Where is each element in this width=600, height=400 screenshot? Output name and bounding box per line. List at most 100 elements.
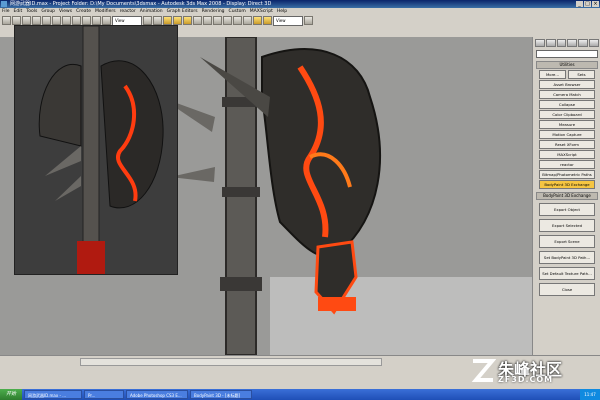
link-icon[interactable] xyxy=(22,16,31,25)
maximize-button[interactable]: □ xyxy=(584,1,591,7)
texture-spike xyxy=(45,146,81,176)
menu-help[interactable]: Help xyxy=(275,8,289,15)
axe-shaft-band xyxy=(220,277,262,291)
close-button[interactable]: Close xyxy=(539,283,595,296)
task-photoshop[interactable]: Adobe Photoshop CS3 E... xyxy=(126,390,188,399)
render-view-combo[interactable]: View xyxy=(273,16,303,26)
export-scene-button[interactable]: Export Scene xyxy=(539,235,595,248)
texture-glow xyxy=(77,241,105,274)
texture-preview xyxy=(38,26,164,274)
reset-xform-button[interactable]: Reset XForm xyxy=(539,140,595,149)
menu-views[interactable]: Views xyxy=(57,8,74,15)
photoshop-texture-window[interactable] xyxy=(14,25,178,275)
unlink-icon[interactable] xyxy=(32,16,41,25)
redo-icon[interactable] xyxy=(12,16,21,25)
menu-reactor[interactable]: reactor xyxy=(118,8,138,15)
texture-spike xyxy=(55,176,81,201)
manipulate-icon[interactable] xyxy=(153,16,162,25)
menu-animation[interactable]: Animation xyxy=(138,8,165,15)
move-icon[interactable] xyxy=(82,16,91,25)
lava-fragment xyxy=(318,297,356,311)
scale-icon[interactable] xyxy=(102,16,111,25)
bitmap-paths-button[interactable]: Bitmap/Photometric Paths xyxy=(539,170,595,179)
pivot-icon[interactable] xyxy=(143,16,152,25)
select-icon[interactable] xyxy=(52,16,61,25)
menu-custom[interactable]: Custom xyxy=(227,8,248,15)
set-bodypaint-path-button[interactable]: Set BodyPaint 3D Path... xyxy=(539,251,595,264)
command-panel-name-field[interactable] xyxy=(536,50,598,58)
bodypaint-rollout-header[interactable]: BodyPaint 3D Exchange xyxy=(536,192,598,200)
menu-tools[interactable]: Tools xyxy=(24,8,39,15)
set-texture-path-button[interactable]: Set Default Texture Path... xyxy=(539,267,595,280)
menu-maxscript[interactable]: MAXScript xyxy=(248,8,275,15)
utilities-top-row: More... Sets xyxy=(539,70,595,79)
utilities-tab-icon[interactable] xyxy=(589,39,599,47)
render-icon[interactable] xyxy=(263,16,272,25)
menu-group[interactable]: Group xyxy=(39,8,57,15)
site-watermark: 朱峰社区 ZF3D.COM xyxy=(470,356,595,386)
render-setup-icon[interactable] xyxy=(253,16,262,25)
start-button[interactable]: 开始 xyxy=(0,389,22,400)
undo-icon[interactable] xyxy=(2,16,11,25)
layers-icon[interactable] xyxy=(223,16,232,25)
create-tab-icon[interactable] xyxy=(535,39,545,47)
camera-match-button[interactable]: Camera Match xyxy=(539,90,595,99)
bodypaint-exchange-button[interactable]: BodyPaint 3D Exchange xyxy=(539,180,595,189)
motion-tab-icon[interactable] xyxy=(567,39,578,47)
curve-editor-icon[interactable] xyxy=(233,16,242,25)
align-icon[interactable] xyxy=(213,16,222,25)
texture-left-blade xyxy=(38,63,82,147)
menu-file[interactable]: File xyxy=(0,8,12,15)
task-3dsmax[interactable]: 网游武器ID.max - ... xyxy=(24,390,82,399)
task-bodypaint[interactable]: BodyPaint 3D - [未标题] xyxy=(190,390,252,399)
close-button[interactable]: × xyxy=(592,1,599,7)
task-project[interactable]: Pr... xyxy=(84,390,124,399)
quick-render-icon[interactable] xyxy=(304,16,313,25)
region-icon[interactable] xyxy=(72,16,81,25)
watermark-logo-icon xyxy=(471,359,496,382)
asset-browser-button[interactable]: Asset Browser xyxy=(539,80,595,89)
menu-modifiers[interactable]: Modifiers xyxy=(93,8,118,15)
time-slider[interactable] xyxy=(80,358,382,366)
hierarchy-tab-icon[interactable] xyxy=(556,39,567,47)
taskbar: 开始 网游武器ID.max - ... Pr... Adobe Photosho… xyxy=(0,389,600,400)
bind-icon[interactable] xyxy=(42,16,51,25)
window-controls: _ □ × xyxy=(576,1,599,7)
command-panel-tabs xyxy=(533,37,600,49)
command-panel: Utilities More... Sets Asset Browser Cam… xyxy=(532,37,600,355)
clock: 11:47 xyxy=(580,389,600,400)
display-tab-icon[interactable] xyxy=(578,39,589,47)
snap-icon[interactable] xyxy=(163,16,172,25)
select-by-name-icon[interactable] xyxy=(62,16,71,25)
angle-snap-icon[interactable] xyxy=(173,16,182,25)
export-selected-button[interactable]: Export Selected xyxy=(539,219,595,232)
axe-shaft-band xyxy=(222,187,260,197)
color-clipboard-button[interactable]: Color Clipboard xyxy=(539,110,595,119)
window-title: 网游武器ID.max - Project Folder: D:\My Docum… xyxy=(10,1,272,7)
sets-button[interactable]: Sets xyxy=(568,70,595,79)
menu-bar: File Edit Tools Group Views Create Modif… xyxy=(0,8,600,15)
material-editor-icon[interactable] xyxy=(243,16,252,25)
texture-shaft xyxy=(82,26,100,274)
export-object-button[interactable]: Export Object xyxy=(539,203,595,216)
reactor-button[interactable]: reactor xyxy=(539,160,595,169)
menu-graph-editors[interactable]: Graph Editors xyxy=(165,8,200,15)
motion-capture-button[interactable]: Motion Capture xyxy=(539,130,595,139)
collapse-button[interactable]: Collapse xyxy=(539,100,595,109)
rotate-icon[interactable] xyxy=(92,16,101,25)
modify-tab-icon[interactable] xyxy=(545,39,556,47)
app-icon xyxy=(1,1,7,7)
spinner-snap-icon[interactable] xyxy=(193,16,202,25)
mirror-icon[interactable] xyxy=(203,16,212,25)
title-bar: 网游武器ID.max - Project Folder: D:\My Docum… xyxy=(0,0,600,8)
measure-button[interactable]: Measure xyxy=(539,120,595,129)
utilities-rollout-header[interactable]: Utilities xyxy=(536,61,598,69)
watermark-domain: ZF3D.COM xyxy=(498,375,554,384)
percent-snap-icon[interactable] xyxy=(183,16,192,25)
maxscript-button[interactable]: MAXScript xyxy=(539,150,595,159)
minimize-button[interactable]: _ xyxy=(576,1,583,7)
more-button[interactable]: More... xyxy=(539,70,566,79)
menu-rendering[interactable]: Rendering xyxy=(200,8,227,15)
menu-create[interactable]: Create xyxy=(74,8,93,15)
menu-edit[interactable]: Edit xyxy=(12,8,25,15)
